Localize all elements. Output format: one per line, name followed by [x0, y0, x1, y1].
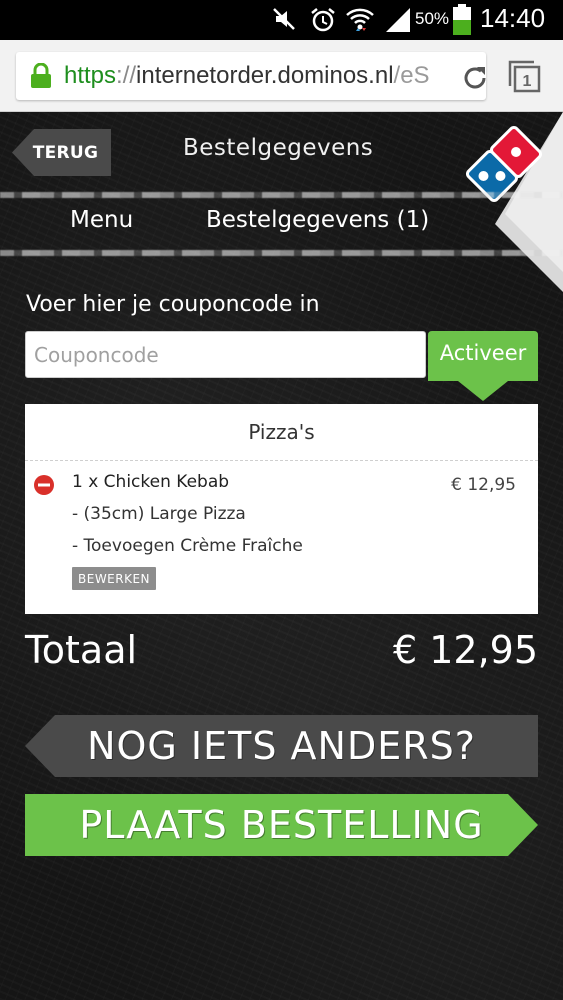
coupon-label: Voer hier je couponcode in — [26, 292, 320, 317]
order-item-option: - (35cm) Large Pizza — [72, 504, 246, 524]
url-scheme: https — [64, 62, 117, 89]
alarm-icon — [309, 6, 337, 38]
url-bar[interactable]: https://internetorder.dominos.nl/eS — [16, 52, 486, 100]
order-item-price: € 12,95 — [451, 475, 516, 495]
battery-icon — [452, 4, 472, 40]
nav-order-details-link[interactable]: Bestelgegevens (1) — [206, 207, 429, 233]
tab-switcher-button[interactable]: 1 — [506, 58, 542, 98]
activate-button-label: Activeer — [439, 341, 527, 365]
nav-menu-link[interactable]: Menu — [70, 207, 133, 233]
battery-percent: 50% — [415, 9, 450, 28]
order-item-option: - Toevoegen Crème Fraîche — [72, 536, 303, 556]
coupon-input[interactable] — [25, 331, 426, 378]
order-item-title: 1 x Chicken Kebab — [72, 472, 230, 492]
back-button-label: TERUG — [32, 142, 99, 163]
activate-coupon-button[interactable]: Activeer — [428, 331, 538, 403]
url-separator: :// — [116, 62, 137, 89]
url-host: internetorder.dominos.nl — [136, 62, 394, 89]
order-section-title: Pizza's — [25, 404, 538, 461]
back-button[interactable]: TERUG — [12, 129, 111, 176]
chalk-divider-bottom — [0, 250, 563, 256]
browser-toolbar: https://internetorder.dominos.nl/eS 1 — [0, 40, 563, 112]
mute-icon — [272, 6, 298, 36]
place-order-label: PLAATS BESTELLING — [79, 803, 484, 847]
chalk-divider-top — [0, 192, 563, 198]
edit-item-button[interactable]: BEWERKEN — [72, 567, 157, 590]
order-panel: Pizza's 1 x Chicken Kebab - (35cm) Large… — [25, 404, 538, 614]
total-label: Totaal — [25, 628, 138, 672]
continue-shopping-button[interactable]: NOG IETS ANDERS? — [25, 715, 538, 777]
tab-count: 1 — [523, 73, 532, 90]
reload-icon[interactable] — [461, 64, 486, 96]
wifi-icon — [345, 6, 375, 38]
clock: 14:40 — [480, 3, 546, 33]
total-value: € 12,95 — [392, 628, 538, 672]
status-bar: 50% 14:40 — [0, 0, 563, 40]
place-order-button[interactable]: PLAATS BESTELLING — [25, 794, 538, 856]
continue-shopping-label: NOG IETS ANDERS? — [87, 724, 476, 768]
url-path: /eS — [393, 62, 430, 89]
dominos-logo[interactable] — [455, 112, 563, 292]
url-text: https://internetorder.dominos.nl/eS — [64, 62, 430, 90]
page-title: Bestelgegevens — [183, 135, 374, 161]
signal-icon — [384, 6, 412, 38]
lock-icon — [30, 62, 52, 93]
remove-item-icon[interactable] — [33, 474, 55, 500]
